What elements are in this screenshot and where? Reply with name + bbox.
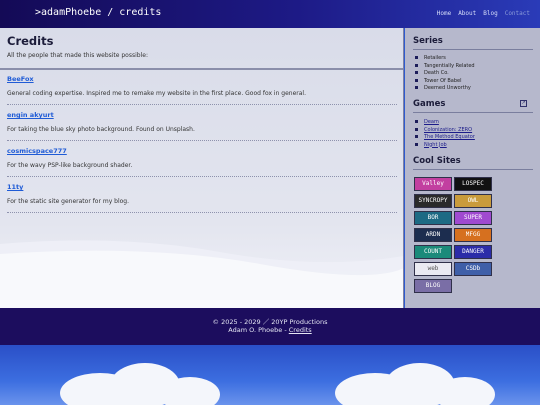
bullet-icon (415, 135, 418, 138)
games-divider (413, 112, 533, 113)
nav-blog-link[interactable]: Blog (483, 10, 497, 17)
footer-author: Adam O. Phoebe - (228, 326, 289, 334)
site-badge[interactable]: LOSPEC (454, 177, 492, 191)
nav-home-link[interactable]: Home (437, 10, 451, 17)
series-item[interactable]: Death Co. (415, 70, 475, 78)
main-nav: Home About Blog Contact (437, 10, 530, 17)
credit-item: BeeFox General coding expertise. Inspire… (7, 75, 397, 105)
games-item[interactable]: Night Job (415, 142, 475, 150)
credit-name-link[interactable]: cosmicspace777 (7, 147, 397, 155)
games-heading: Games (413, 99, 446, 109)
series-item[interactable]: Retailers (415, 55, 475, 63)
footer-author-line: Adam O. Phoebe - Credits (0, 326, 540, 334)
cloud (160, 377, 220, 405)
credit-name-link[interactable]: 11ty (7, 183, 397, 191)
series-item[interactable]: Tower Of Babel (415, 78, 475, 86)
sidebar: Series Retailers Tangentially Related De… (405, 28, 540, 308)
site-badge[interactable]: ARDN (414, 228, 452, 242)
nav-contact-link[interactable]: Contact (505, 10, 530, 17)
site-badge[interactable]: Valley (414, 177, 452, 191)
bullet-icon (415, 56, 418, 59)
credit-item: cosmicspace777 For the wavy PSP-like bac… (7, 147, 397, 177)
cloud (435, 377, 495, 405)
bullet-icon (415, 120, 418, 123)
credit-divider (7, 104, 397, 105)
credit-divider (7, 140, 397, 141)
credit-description: For the static site generator for my blo… (7, 198, 130, 205)
site-badge[interactable]: BOR (414, 211, 452, 225)
credit-item: engin akyurt For taking the blue sky pho… (7, 111, 397, 141)
games-item[interactable]: Colonization: ZERO (415, 127, 475, 135)
page-intro: All the people that made this website po… (7, 52, 148, 59)
footer-copyright: © 2025 - 2029 ／ 20YP Productions (212, 318, 328, 326)
title-divider (0, 68, 403, 70)
bullet-icon (415, 142, 418, 146)
games-item[interactable]: The Method Equator (415, 134, 475, 142)
series-list: Retailers Tangentially Related Death Co.… (415, 55, 475, 93)
credit-description: For the wavy PSP-like background shader. (7, 162, 133, 169)
main-content: Credits All the people that made this we… (0, 28, 404, 308)
site-badge[interactable]: SUPER (454, 211, 492, 225)
credit-description: General coding expertise. Inspired me to… (7, 90, 306, 97)
bullet-icon (415, 86, 418, 89)
sky-background (0, 345, 540, 405)
site-badge[interactable]: web (414, 262, 452, 276)
series-item[interactable]: Tangentially Related (415, 63, 475, 71)
games-list: Deam Colonization: ZERO The Method Equat… (415, 119, 475, 149)
footer-credits-link[interactable]: Credits (289, 326, 312, 334)
credit-name-link[interactable]: BeeFox (7, 75, 397, 83)
games-item[interactable]: Deam (415, 119, 475, 127)
site-footer: © 2025 - 2029 ／ 20YP Productions Adam O.… (0, 308, 540, 345)
credit-name-link[interactable]: engin akyurt (7, 111, 397, 119)
credit-item: 11ty For the static site generator for m… (7, 183, 397, 213)
bullet-icon (415, 63, 418, 67)
site-badge[interactable]: BLOG (414, 279, 452, 293)
site-badge[interactable]: OWL (454, 194, 492, 208)
bullet-icon (415, 71, 418, 74)
site-badge[interactable]: COUNT (414, 245, 452, 259)
cool-sites-divider (413, 169, 533, 170)
series-divider (413, 49, 533, 50)
nav-about-link[interactable]: About (458, 10, 476, 17)
site-badge[interactable]: DANGER (454, 245, 492, 259)
page-title: Credits (7, 34, 54, 48)
credit-description: For taking the blue sky photo background… (7, 126, 195, 133)
credit-divider (7, 176, 397, 177)
bullet-icon (415, 78, 418, 82)
site-badge[interactable]: CSDb (454, 262, 492, 276)
site-badge[interactable]: SYNCROPY (414, 194, 452, 208)
series-item[interactable]: Deemed Unworthy (415, 85, 475, 93)
site-badge[interactable]: MFGG (454, 228, 492, 242)
cool-sites-heading: Cool Sites (413, 156, 461, 166)
external-link-icon[interactable]: ↗ (520, 100, 527, 107)
series-heading: Series (413, 36, 443, 46)
wave-background (0, 240, 403, 308)
credit-divider (7, 212, 397, 213)
bullet-icon (415, 127, 418, 131)
site-header: >adamPhoebe / credits Home About Blog Co… (0, 0, 540, 28)
site-title[interactable]: >adamPhoebe / credits (35, 7, 161, 18)
